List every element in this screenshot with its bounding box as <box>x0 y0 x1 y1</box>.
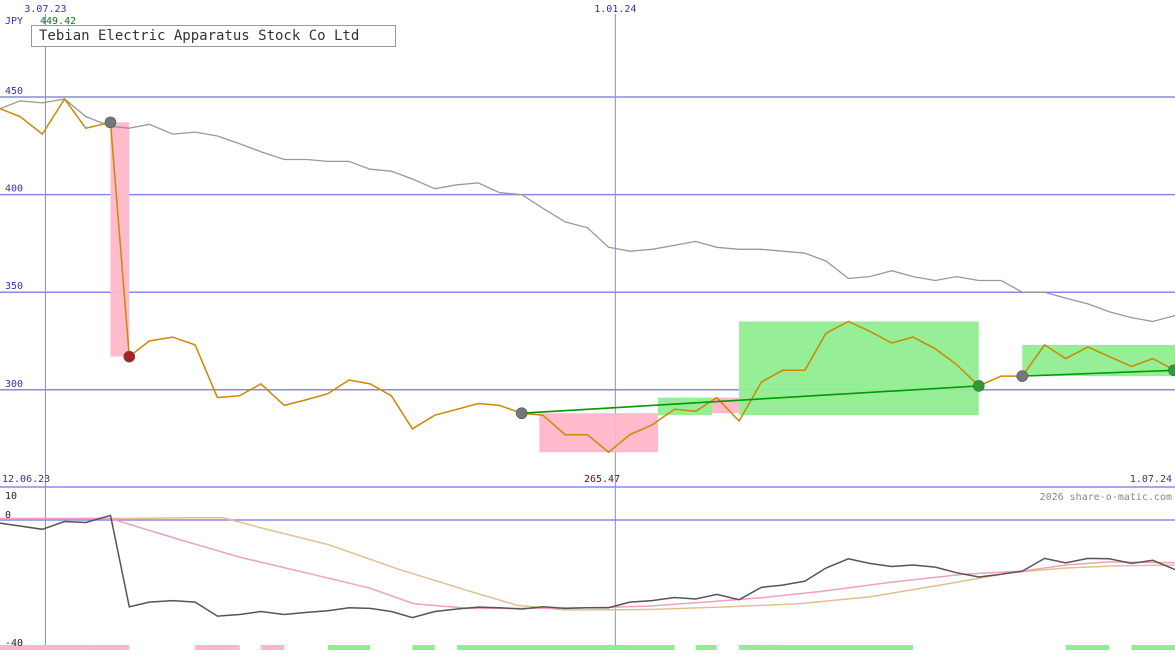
upper-gridlines <box>0 14 1175 650</box>
price-line <box>0 99 1175 452</box>
volume-bar-11 <box>1066 645 1109 650</box>
signal-marker-4 <box>1017 371 1028 382</box>
volume-bar-8 <box>739 645 761 650</box>
volume-bar-2 <box>195 645 240 650</box>
lower-tick-10: 10 <box>5 491 17 502</box>
signal-marker-3 <box>973 380 984 391</box>
low-value-label: 265.47 <box>584 474 620 485</box>
volume-bar-1 <box>88 645 129 650</box>
volume-bar-12 <box>1132 645 1175 650</box>
volume-bar-5 <box>412 645 434 650</box>
volume-bar-10 <box>783 645 913 650</box>
reference-index-line <box>0 99 1175 322</box>
fill-area-4 <box>739 321 979 415</box>
fast-moving-average-line <box>0 519 1175 609</box>
volume-bar-6 <box>457 645 674 650</box>
volume-bar-3 <box>261 645 285 650</box>
x-marker-label-1: 1.01.24 <box>594 4 636 15</box>
upper-fill-areas <box>110 122 1175 452</box>
y-tick-300: 300 <box>5 379 23 390</box>
copyright-label: 2026 share-o-matic.com <box>1040 492 1172 503</box>
stock-chart: 3003504004503.07.231.01.24JPY449.4212.06… <box>0 0 1175 650</box>
volume-bar-9 <box>761 645 782 650</box>
signal-marker-0 <box>105 117 116 128</box>
upper-series-lines <box>0 99 1175 452</box>
upper-markers <box>105 117 1175 419</box>
lower-axis-labels: 10 0 -40 2026 share-o-matic.com <box>5 491 1172 649</box>
chart-canvas: 3003504004503.07.231.01.24JPY449.4212.06… <box>0 0 1175 650</box>
currency-label: JPY <box>5 16 23 27</box>
start-date-label: 12.06.23 <box>2 474 50 485</box>
lower-tick-0: 0 <box>5 510 11 521</box>
x-marker-label-0: 3.07.23 <box>24 4 66 15</box>
end-date-label: 1.07.24 <box>1130 474 1172 485</box>
lower-tick--40: -40 <box>5 638 23 649</box>
volume-bar-4 <box>328 645 370 650</box>
volume-bars <box>0 645 1175 650</box>
y-tick-400: 400 <box>5 184 23 195</box>
slow-moving-average-line <box>0 518 1175 610</box>
momentum-line <box>0 515 1175 617</box>
y-tick-450: 450 <box>5 86 23 97</box>
signal-marker-2 <box>516 408 527 419</box>
upper-axis-labels: 3003504004503.07.231.01.24JPY449.4212.06… <box>2 4 1172 485</box>
volume-bar-7 <box>696 645 717 650</box>
lower-series-lines <box>0 515 1175 617</box>
fill-area-1 <box>539 413 658 452</box>
y-tick-350: 350 <box>5 281 23 292</box>
chart-title: Tebian Electric Apparatus Stock Co Ltd <box>31 25 396 47</box>
signal-marker-1 <box>124 351 135 362</box>
